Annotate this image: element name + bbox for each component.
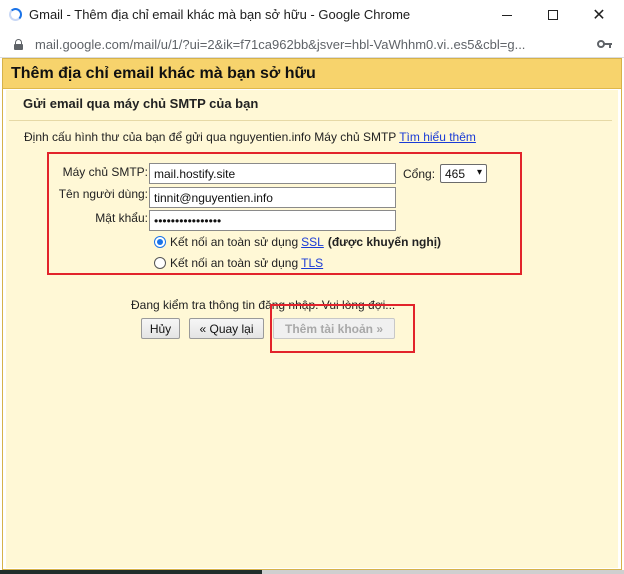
learn-more-link[interactable]: Tìm hiểu thêm bbox=[399, 130, 476, 144]
description-text: Định cấu hình thư của bạn để gửi qua ngu… bbox=[24, 130, 397, 144]
url-text[interactable]: mail.google.com/mail/u/1/?ui=2&ik=f71ca9… bbox=[35, 37, 580, 52]
browser-window: Gmail - Thêm địa chỉ email khác mà bạn s… bbox=[0, 0, 624, 574]
cancel-button[interactable]: Hủy bbox=[141, 318, 180, 339]
maximize-icon bbox=[548, 10, 558, 20]
description: Định cấu hình thư của bạn để gửi qua ngu… bbox=[24, 130, 476, 144]
title-bar: Gmail - Thêm địa chỉ email khác mà bạn s… bbox=[0, 0, 624, 30]
loading-spinner-icon bbox=[9, 8, 22, 21]
window-title: Gmail - Thêm địa chỉ email khác mà bạn s… bbox=[29, 7, 411, 22]
close-icon: ✕ bbox=[592, 5, 606, 24]
section-divider bbox=[9, 120, 612, 121]
minimize-button[interactable] bbox=[484, 0, 530, 30]
address-bar: mail.google.com/mail/u/1/?ui=2&ik=f71ca9… bbox=[0, 30, 624, 58]
smtp-settings-highlight bbox=[47, 152, 522, 275]
taskbar-strip bbox=[0, 570, 624, 574]
close-button[interactable]: ✕ bbox=[576, 0, 622, 30]
lock-icon[interactable] bbox=[14, 39, 23, 50]
minimize-icon bbox=[502, 14, 512, 16]
key-icon[interactable] bbox=[597, 38, 613, 50]
dialog-body: Gửi email qua máy chủ SMTP của bạn Định … bbox=[6, 90, 618, 568]
add-account-highlight bbox=[270, 304, 415, 353]
back-button[interactable]: « Quay lại bbox=[189, 318, 264, 339]
maximize-button[interactable] bbox=[530, 0, 576, 30]
dialog-title: Thêm địa chỉ email khác mà bạn sở hữu bbox=[11, 65, 316, 82]
section-title: Gửi email qua máy chủ SMTP của bạn bbox=[23, 96, 259, 111]
dialog-header: Thêm địa chỉ email khác mà bạn sở hữu bbox=[3, 59, 621, 89]
add-email-dialog: Thêm địa chỉ email khác mà bạn sở hữu Gử… bbox=[2, 58, 622, 570]
